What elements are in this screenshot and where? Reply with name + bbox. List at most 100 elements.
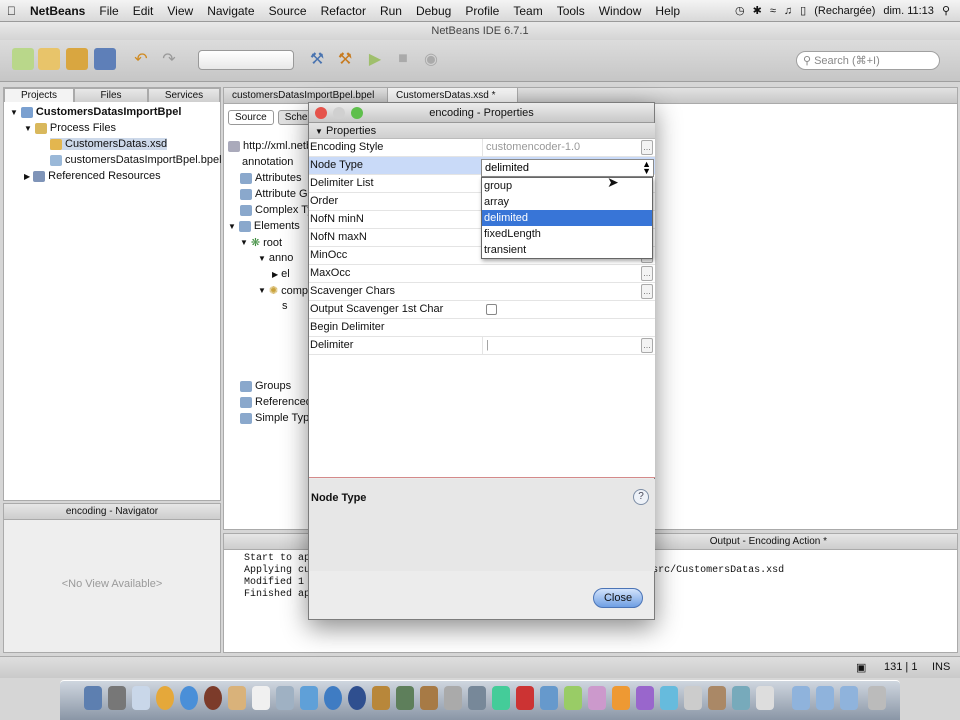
schema-annotation[interactable]: annotation	[242, 156, 293, 168]
app-icon[interactable]	[732, 686, 750, 710]
search-input[interactable]: ⚲ Search (⌘+I)	[796, 51, 940, 70]
menu-help[interactable]: Help	[648, 4, 687, 18]
schema-s[interactable]: s	[282, 300, 288, 312]
guitar-icon[interactable]	[420, 686, 438, 710]
property-row[interactable]: MaxOcc…	[309, 265, 655, 283]
quicktime-icon[interactable]	[348, 686, 366, 710]
skype-icon[interactable]	[324, 686, 342, 710]
option-array[interactable]: array	[482, 194, 652, 210]
property-value[interactable]: customencoder-1.0	[482, 139, 653, 156]
menu-debug[interactable]: Debug	[409, 4, 458, 18]
tree-item-xsd[interactable]: CustomersDatas.xsd	[50, 138, 168, 150]
schema-attributes[interactable]: Attributes	[240, 172, 301, 184]
folder-stack-icon[interactable]	[792, 686, 810, 710]
property-row[interactable]: Begin Delimiter	[309, 319, 655, 337]
mail-icon[interactable]	[132, 686, 150, 710]
app-icon[interactable]	[684, 686, 702, 710]
configuration-select[interactable]	[198, 50, 294, 70]
option-delimited[interactable]: delimited	[482, 210, 652, 226]
schema-anno[interactable]: ▼ anno	[258, 252, 293, 264]
property-row[interactable]: Encoding Style customencoder-1.0…	[309, 139, 655, 157]
app-icon[interactable]	[612, 686, 630, 710]
schema-root[interactable]: ▼ ❋ root	[240, 236, 282, 250]
help-icon[interactable]: ?	[633, 489, 649, 505]
downloads-stack-icon[interactable]	[816, 686, 834, 710]
menu-edit[interactable]: Edit	[126, 4, 161, 18]
apple-icon[interactable]: 	[0, 4, 23, 18]
menu-window[interactable]: Window	[592, 4, 649, 18]
node-type-select[interactable]: delimited ▲ ▼	[481, 159, 654, 177]
app-icon[interactable]	[660, 686, 678, 710]
option-fixedlength[interactable]: fixedLength	[482, 226, 652, 242]
schema-attribute-groups[interactable]: Attribute Gr	[240, 188, 311, 200]
time-machine-dock-icon[interactable]	[468, 686, 486, 710]
menu-run[interactable]: Run	[373, 4, 409, 18]
firefox-icon[interactable]	[204, 686, 222, 710]
output-scavenger-checkbox[interactable]	[486, 304, 497, 315]
menu-source[interactable]: Source	[262, 4, 314, 18]
tree-item-process-files[interactable]: ▼ Process Files	[24, 122, 116, 134]
run-icon[interactable]: ▶	[364, 48, 386, 70]
open-project-icon[interactable]	[66, 48, 88, 70]
source-view-button[interactable]: Source	[228, 110, 274, 125]
notification-icon[interactable]: ▣	[856, 661, 866, 674]
tab-services[interactable]: Services	[148, 88, 220, 102]
wifi-icon[interactable]: ≈	[770, 5, 776, 17]
description-divider[interactable]	[309, 477, 655, 478]
debug-icon[interactable]: ■	[392, 48, 414, 70]
chrome-icon[interactable]	[156, 686, 174, 710]
new-file-icon[interactable]	[12, 48, 34, 70]
clean-build-icon[interactable]: ⚒	[334, 48, 356, 70]
menu-profile[interactable]: Profile	[458, 4, 506, 18]
property-row[interactable]: Output Scavenger 1st Char	[309, 301, 655, 319]
ellipsis-button[interactable]: …	[641, 266, 653, 281]
menu-refactor[interactable]: Refactor	[314, 4, 373, 18]
menu-view[interactable]: View	[160, 4, 200, 18]
option-transient[interactable]: transient	[482, 242, 652, 258]
property-row[interactable]: Delimiter |…	[309, 337, 655, 355]
terminal-icon[interactable]	[396, 686, 414, 710]
tab-projects[interactable]: Projects	[4, 88, 74, 102]
finder-icon[interactable]	[84, 686, 102, 710]
menu-app[interactable]: NetBeans	[23, 4, 92, 18]
build-icon[interactable]: ⚒	[306, 48, 328, 70]
bluetooth-icon[interactable]: ✱	[753, 4, 762, 17]
schema-groups[interactable]: Groups	[240, 380, 291, 392]
tree-item-referenced[interactable]: ▶ Referenced Resources	[24, 170, 161, 182]
option-group[interactable]: group	[482, 178, 652, 194]
menu-navigate[interactable]: Navigate	[200, 4, 261, 18]
ellipsis-button[interactable]: …	[641, 338, 653, 353]
app-icon[interactable]	[708, 686, 726, 710]
ellipsis-button[interactable]: …	[641, 284, 653, 299]
undo-icon[interactable]: ↶	[130, 48, 152, 70]
utility-icon[interactable]	[444, 686, 462, 710]
tree-item-bpel[interactable]: customersDatasImportBpel.bpel	[50, 154, 222, 166]
schema-simple-types[interactable]: Simple Type	[240, 412, 315, 424]
profile-icon[interactable]: ◉	[420, 48, 442, 70]
photo-icon[interactable]	[372, 686, 390, 710]
redo-icon[interactable]: ↷	[158, 48, 180, 70]
documents-stack-icon[interactable]	[840, 686, 858, 710]
property-row[interactable]: Scavenger Chars…	[309, 283, 655, 301]
safari-icon[interactable]	[180, 686, 198, 710]
property-value[interactable]: |	[482, 337, 653, 354]
volume-icon[interactable]: ♫	[784, 5, 792, 17]
schema-complex-types[interactable]: Complex Ty	[240, 204, 313, 216]
schema-comp[interactable]: ▼ ✺ comp	[258, 284, 308, 298]
close-window-icon[interactable]	[315, 107, 327, 119]
zoom-window-icon[interactable]	[351, 107, 363, 119]
app-icon[interactable]	[492, 686, 510, 710]
tab-xsd[interactable]: CustomersDatas.xsd *	[388, 88, 518, 103]
menu-tools[interactable]: Tools	[550, 4, 592, 18]
category-header[interactable]: ▼ Properties	[309, 123, 655, 139]
address-book-icon[interactable]	[228, 686, 246, 710]
preview-icon[interactable]	[276, 686, 294, 710]
system-prefs-icon[interactable]	[108, 686, 126, 710]
app-icon[interactable]	[756, 686, 774, 710]
tab-bpel[interactable]: customersDatasImportBpel.bpel	[224, 88, 388, 103]
battery-icon[interactable]: ▯	[800, 4, 806, 17]
app-icon[interactable]	[540, 686, 558, 710]
tab-files[interactable]: Files	[74, 88, 148, 102]
app-icon[interactable]	[588, 686, 606, 710]
minimize-window-icon[interactable]	[333, 107, 345, 119]
